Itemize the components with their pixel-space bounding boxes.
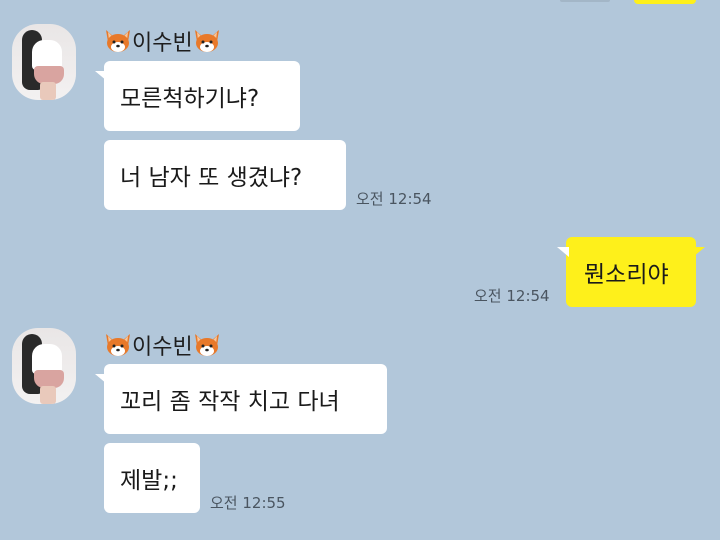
avatar[interactable] xyxy=(12,328,76,404)
message-bubble[interactable]: 모른척하기냐? xyxy=(95,61,300,131)
sender-name: 이수빈 xyxy=(104,328,221,362)
fox-face-icon xyxy=(194,334,219,356)
fox-face-icon xyxy=(194,30,219,52)
message-text: 모른척하기냐? xyxy=(120,86,260,112)
message-bubble[interactable]: 꼬리 좀 작작 치고 다녀 xyxy=(95,364,387,434)
message-time: 오전 12:54 xyxy=(356,190,432,208)
message-text: 너 남자 또 생겼냐? xyxy=(120,165,303,191)
previous-message-time-partial xyxy=(560,0,610,2)
sender-name-text: 이수빈 xyxy=(132,335,193,360)
sender-name-text: 이수빈 xyxy=(132,31,193,56)
message-text: 제발;; xyxy=(120,468,178,494)
my-message-time: 오전 12:54 xyxy=(474,287,550,305)
sender-name: 이수빈 xyxy=(104,24,221,58)
fox-face-icon xyxy=(106,334,130,356)
message-bubble[interactable]: 너 남자 또 생겼냐? xyxy=(104,140,346,210)
message-text: 꼬리 좀 작작 치고 다녀 xyxy=(120,389,340,415)
my-message-bubble[interactable]: 뭔소리야 xyxy=(557,237,705,307)
fox-face-icon xyxy=(106,30,130,52)
my-message-text: 뭔소리야 xyxy=(584,262,669,288)
avatar[interactable] xyxy=(12,24,76,100)
message-time: 오전 12:55 xyxy=(210,494,286,512)
previous-my-bubble-partial[interactable] xyxy=(634,0,696,4)
message-bubble[interactable]: 제발;; xyxy=(104,443,200,513)
